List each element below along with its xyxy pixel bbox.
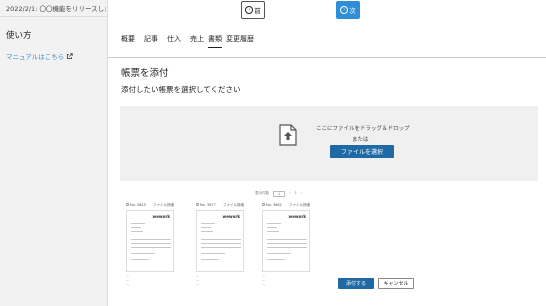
file-dropzone[interactable]	[120, 106, 538, 181]
document-upload-icon	[279, 124, 297, 146]
pager-next-icon[interactable]: ›	[301, 191, 302, 197]
tab-history[interactable]: 変更履歴	[226, 34, 254, 48]
document-preview: wework	[196, 210, 244, 272]
doc-number: No. 3662	[262, 203, 282, 207]
brand-logo: wework	[152, 214, 170, 219]
preview-pager: 表示件数 1 ‹ 1 ›	[255, 191, 302, 197]
document-preview: wework	[126, 210, 174, 272]
brand-logo: wework	[222, 214, 240, 219]
document-thumbnail[interactable]: No. 3645 ファイル詳細 wework — — —	[126, 202, 174, 286]
sidebar-heading: 使い方	[6, 31, 32, 41]
arrow-left-icon: ‹	[245, 6, 254, 14]
attach-button[interactable]: 添付する	[338, 278, 374, 289]
doc-number: No. 3645	[126, 203, 146, 207]
page-title: 帳票を添付	[121, 68, 169, 79]
pager-prev-icon[interactable]: ‹	[289, 191, 290, 197]
document-thumbnail[interactable]: No. 3662 ファイル詳細 wework — — —	[262, 202, 310, 286]
content-divider	[108, 57, 546, 58]
file-detail-link[interactable]: ファイル詳細	[289, 203, 310, 208]
sidebar-divider	[0, 16, 108, 17]
drop-instruction: ここにファイルをドラッグ＆ドロップ	[316, 126, 410, 132]
brand-logo: wework	[288, 214, 306, 219]
tab-documents[interactable]: 書類	[208, 34, 222, 48]
next-button[interactable]: › 次	[336, 1, 360, 19]
top-nav: ‹ 前 › 次	[108, 0, 546, 25]
document-thumbnail[interactable]: No. 3677 ファイル詳細 wework — — —	[196, 202, 244, 286]
doc-number: No. 3677	[196, 203, 216, 207]
manual-link-label: マニュアルはこちら	[6, 53, 65, 61]
doc-meta: — — —	[262, 274, 265, 286]
news-ticker[interactable]: 2022/2/1: 〇〇機能をリリースしました！	[6, 3, 106, 13]
drop-or-label: または	[352, 137, 369, 143]
select-radio[interactable]	[126, 203, 129, 206]
cancel-button[interactable]: キャンセル	[378, 278, 414, 289]
tab-sales[interactable]: 売上	[190, 34, 204, 48]
pager-page: 1	[294, 191, 297, 195]
arrow-right-icon: ›	[340, 6, 349, 14]
pager-label: 表示件数	[255, 191, 269, 195]
prev-label: 前	[254, 7, 261, 15]
instruction-text: 添付したい帳票を選択してください	[121, 85, 241, 94]
tab-bar: 概要 記事 仕入 売上 書類 変更履歴	[121, 34, 263, 48]
file-detail-link[interactable]: ファイル詳細	[223, 203, 244, 208]
file-detail-link[interactable]: ファイル詳細	[153, 203, 174, 208]
external-link-icon	[67, 52, 74, 59]
sidebar: 2022/2/1: 〇〇機能をリリースしました！ 使い方 マニュアルはこちら	[0, 0, 108, 306]
manual-link[interactable]: マニュアルはこちら	[6, 51, 74, 61]
doc-meta: — — —	[196, 274, 199, 286]
prev-button[interactable]: ‹ 前	[241, 1, 265, 19]
pager-select[interactable]: 1	[273, 191, 286, 197]
select-radio[interactable]	[262, 203, 265, 206]
next-label: 次	[349, 7, 356, 15]
tab-journal[interactable]: 記事	[144, 34, 158, 48]
doc-meta: — — —	[126, 274, 129, 286]
select-file-button[interactable]: ファイルを選択	[330, 145, 394, 158]
document-preview: wework	[262, 210, 310, 272]
select-radio[interactable]	[196, 203, 199, 206]
tab-purchase[interactable]: 仕入	[167, 34, 181, 48]
tab-overview[interactable]: 概要	[121, 34, 135, 48]
